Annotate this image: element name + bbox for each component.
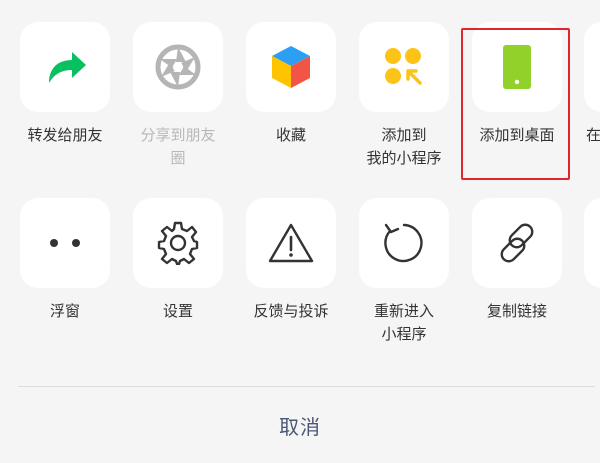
share-to-moments-button[interactable]: 分享到朋友 圈 [126,22,230,170]
reenter-label: 重新进入 小程序 [373,302,434,343]
favorites-label: 收藏 [275,126,306,144]
mini-program-add-icon [382,45,426,89]
settings-tile[interactable] [133,198,223,288]
favorites-cube-icon [267,43,315,91]
add-to-my-mini-programs-button[interactable]: 添加到 我的小程序 [352,22,456,170]
next-action-partial-row2[interactable] [578,198,600,288]
moments-tile[interactable] [133,22,223,112]
copy-link-tile[interactable] [472,198,562,288]
feedback-tile[interactable] [246,198,336,288]
favorites-button[interactable]: 收藏 [239,22,343,147]
add-to-desktop-label: 添加到桌面 [479,126,555,144]
link-icon [494,220,540,266]
partial-tile[interactable] [584,22,600,112]
floating-window-button[interactable]: 浮窗 [13,198,117,323]
forward-tile[interactable] [20,22,110,112]
moments-aperture-icon [155,44,201,90]
partial-label: 在 [586,126,600,144]
settings-label: 设置 [162,302,193,320]
floating-window-dots-icon [47,237,83,249]
cancel-button[interactable]: 取消 [0,387,600,463]
forward-to-friend-button[interactable]: 转发给朋友 [13,22,117,147]
floating-window-label: 浮窗 [49,302,80,320]
reenter-tile[interactable] [359,198,449,288]
desktop-tile[interactable] [472,22,562,112]
floating-window-tile[interactable] [20,198,110,288]
reenter-mini-program-button[interactable]: 重新进入 小程序 [352,198,456,346]
phone-desktop-icon [500,43,534,91]
forward-label: 转发给朋友 [27,126,103,144]
partial-tile-row2[interactable] [584,198,600,288]
add-to-desktop-button[interactable]: 添加到桌面 [465,22,569,147]
gear-icon [156,221,200,265]
favorites-tile[interactable] [246,22,336,112]
copy-link-label: 复制链接 [486,302,547,320]
refresh-icon [381,220,427,266]
next-action-partial[interactable]: 在 [578,22,600,147]
warning-triangle-icon [267,221,315,265]
mini-program-tile[interactable] [359,22,449,112]
moments-label: 分享到朋友 圈 [140,126,216,167]
feedback-label: 反馈与投诉 [253,302,329,320]
feedback-button[interactable]: 反馈与投诉 [239,198,343,323]
add-mini-program-label: 添加到 我的小程序 [366,126,442,167]
share-action-sheet: 转发给朋友 分享到朋友 圈 收藏 添加到 我的小程序 添加到桌面 在 浮窗 设置… [0,0,600,463]
settings-button[interactable]: 设置 [126,198,230,323]
copy-link-button[interactable]: 复制链接 [465,198,569,323]
forward-arrow-icon [41,43,89,91]
